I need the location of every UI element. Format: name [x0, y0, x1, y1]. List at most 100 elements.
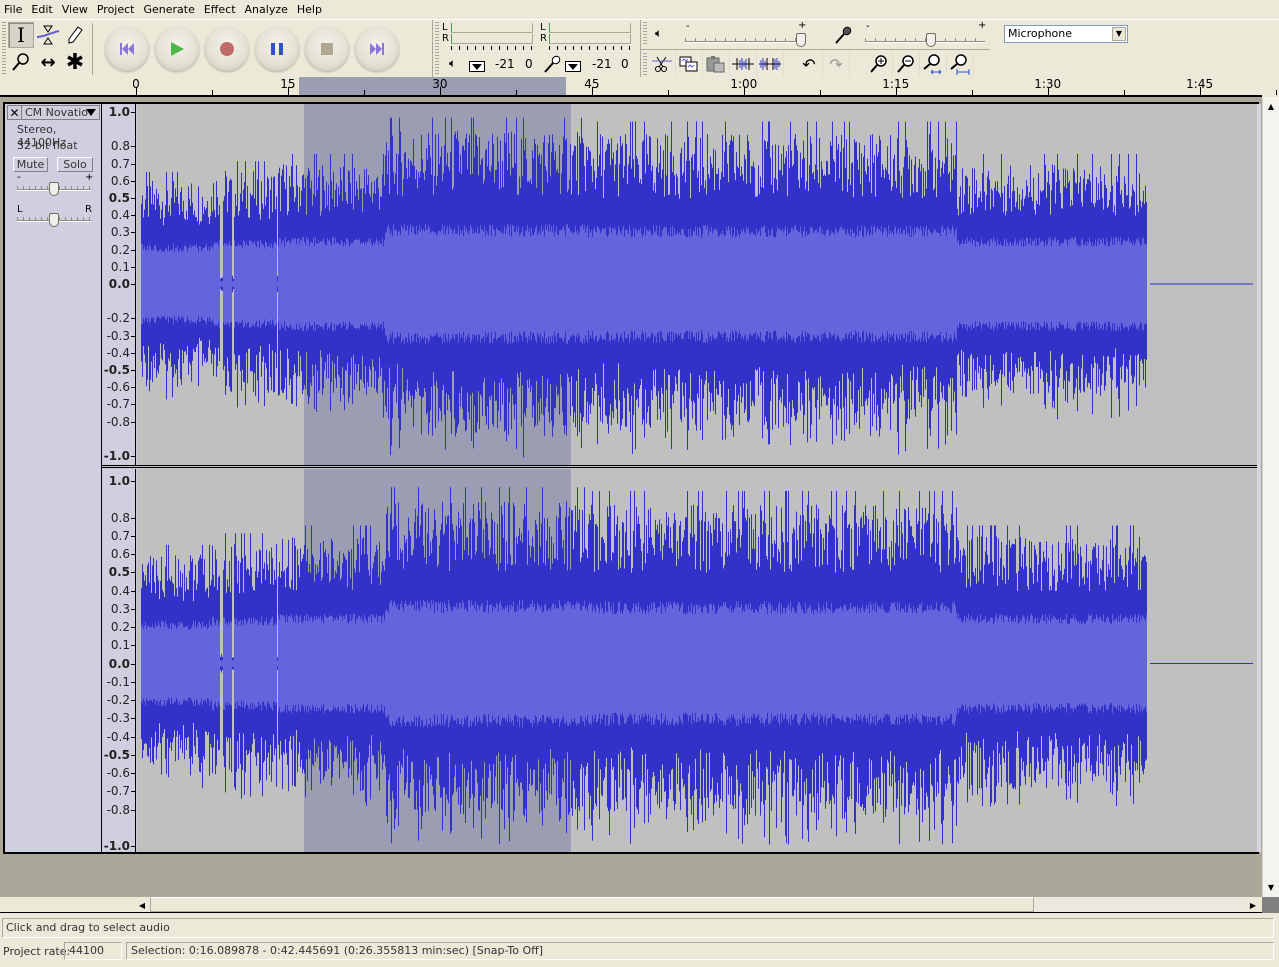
trim-button[interactable] — [649, 52, 676, 76]
multi-tool-button[interactable]: ✱ — [62, 49, 88, 75]
toolbar-grip[interactable] — [643, 53, 647, 75]
amplitude-tick — [131, 387, 135, 389]
horizontal-scrollbar[interactable]: ◀ ▶ — [0, 897, 1262, 913]
record-meter-left[interactable] — [549, 23, 631, 33]
skip-to-end-button[interactable] — [355, 27, 399, 71]
skip-to-start-button[interactable] — [105, 27, 149, 71]
amplitude-label: 0.6 — [110, 173, 130, 188]
menu-help[interactable]: Help — [297, 3, 322, 16]
input-device-select[interactable]: Microphone ▼ — [1004, 25, 1128, 43]
undo-button[interactable]: ↶ — [796, 52, 823, 76]
fit-selection-button[interactable] — [920, 52, 947, 76]
silence-button[interactable] — [757, 52, 784, 76]
playback-meter-left[interactable] — [451, 23, 533, 33]
toolbar-grip[interactable] — [435, 22, 439, 74]
menu-view[interactable]: View — [62, 3, 88, 16]
waveform-right-channel[interactable] — [137, 469, 1257, 852]
dropdown-arrow-icon[interactable]: ▼ — [1112, 27, 1126, 41]
vertical-scrollbar[interactable]: ▲ ▼ — [1262, 97, 1279, 897]
track-control-panel[interactable]: ✕ CM Novatio Stereo, 44100Hz 32-bit floa… — [5, 104, 102, 852]
envelope-tool-button[interactable] — [35, 22, 61, 48]
track-name-menu[interactable]: CM Novatio — [22, 105, 100, 120]
ruler-tick — [363, 90, 365, 95]
amplitude-tick — [131, 663, 135, 665]
mute-button[interactable]: Mute — [13, 157, 48, 172]
input-volume-slider[interactable] — [926, 33, 936, 47]
pause-button[interactable] — [255, 27, 299, 71]
menu-project[interactable]: Project — [97, 3, 135, 16]
horizontal-scroll-thumb[interactable] — [150, 897, 1034, 912]
toolbar-grip[interactable] — [2, 22, 6, 74]
amplitude-tick — [131, 249, 135, 251]
scroll-down-button[interactable]: ▼ — [1264, 880, 1278, 894]
channel-separator[interactable] — [102, 465, 1257, 468]
amplitude-tick — [131, 736, 135, 738]
skip-start-icon — [120, 43, 134, 55]
selection-bar: Project rate: 44100 Selection: 0:16.0898… — [0, 940, 1279, 962]
amplitude-tick — [131, 198, 135, 199]
record-meter-right[interactable] — [549, 34, 631, 44]
audio-track[interactable]: ✕ CM Novatio Stereo, 44100Hz 32-bit floa… — [3, 102, 1261, 854]
gain-slider[interactable] — [49, 182, 59, 196]
status-message: Click and drag to select audio — [2, 918, 1274, 938]
redo-button[interactable]: ↷ — [823, 52, 850, 76]
play-button[interactable] — [155, 27, 199, 71]
playback-meter-ticks — [451, 46, 533, 50]
ruler-label: 1:45 — [1186, 77, 1214, 91]
scroll-left-button[interactable]: ◀ — [135, 898, 149, 912]
track-close-button[interactable]: ✕ — [7, 105, 22, 120]
pan-slider[interactable] — [49, 213, 59, 227]
output-volume-track[interactable] — [685, 41, 805, 43]
speaker-icon: 🔈︎ — [655, 26, 663, 40]
input-volume-max: + — [978, 20, 987, 31]
amplitude-tick — [131, 590, 135, 592]
dropdown-arrow-icon — [86, 109, 96, 116]
scroll-up-button[interactable]: ▲ — [1264, 99, 1278, 113]
amplitude-label: 0.8 — [110, 510, 130, 525]
amplitude-label: 0.5 — [108, 191, 130, 205]
waveform-left-channel[interactable] — [137, 104, 1257, 466]
copy-button[interactable] — [676, 52, 703, 76]
project-rate-field[interactable]: 44100 — [64, 942, 122, 960]
amplitude-label: -0.6 — [106, 380, 130, 395]
amplitude-label: 0.0 — [108, 656, 130, 671]
menu-edit[interactable]: Edit — [31, 3, 52, 16]
record-meter-menu-button[interactable] — [565, 61, 581, 72]
playback-meter-menu-button[interactable] — [469, 61, 485, 72]
amplitude-label: 0.7 — [110, 156, 130, 171]
horizontal-scroll-track[interactable] — [1034, 897, 1246, 912]
trim-outside-button[interactable] — [730, 52, 757, 76]
timeshift-tool-button[interactable]: ↔ — [35, 49, 61, 75]
scroll-right-button[interactable]: ▶ — [1246, 898, 1260, 912]
amplitude-tick — [131, 846, 135, 847]
fit-project-button[interactable] — [947, 52, 974, 76]
toolbar-grip[interactable] — [643, 22, 647, 46]
draw-tool-button[interactable] — [62, 22, 88, 48]
timeline-ruler[interactable]: 0 15 30 45 1:00 1:15 1:30 1:45 — [0, 77, 1277, 97]
zoom-in-button[interactable] — [866, 52, 893, 76]
amplitude-tick — [131, 404, 135, 406]
paste-icon — [706, 56, 725, 73]
amplitude-tick — [131, 215, 135, 217]
output-volume-slider[interactable] — [796, 33, 807, 47]
zoom-out-button[interactable] — [893, 52, 920, 76]
selection-tool-button[interactable]: I — [8, 22, 34, 48]
record-button[interactable] — [205, 27, 249, 71]
playback-meter-right[interactable] — [451, 34, 533, 44]
amplitude-label: -1.0 — [103, 839, 130, 853]
trim-audio-icon — [732, 58, 754, 70]
amplitude-tick — [131, 146, 135, 148]
input-volume-track[interactable] — [865, 41, 985, 43]
zoom-tool-button[interactable] — [8, 49, 34, 75]
menu-effect[interactable]: Effect — [204, 3, 236, 16]
solo-button[interactable]: Solo — [57, 157, 93, 172]
paste-button[interactable] — [703, 52, 730, 76]
menu-file[interactable]: File — [4, 3, 22, 16]
amplitude-label: 0.1 — [110, 259, 130, 274]
menu-generate[interactable]: Generate — [143, 3, 194, 16]
menu-analyze[interactable]: Analyze — [245, 3, 288, 16]
ruler-label: 0 — [132, 77, 140, 91]
amplitude-label: 0.7 — [110, 528, 130, 543]
stop-button[interactable] — [305, 27, 349, 71]
arrow-left-icon: ◀ — [138, 900, 146, 910]
